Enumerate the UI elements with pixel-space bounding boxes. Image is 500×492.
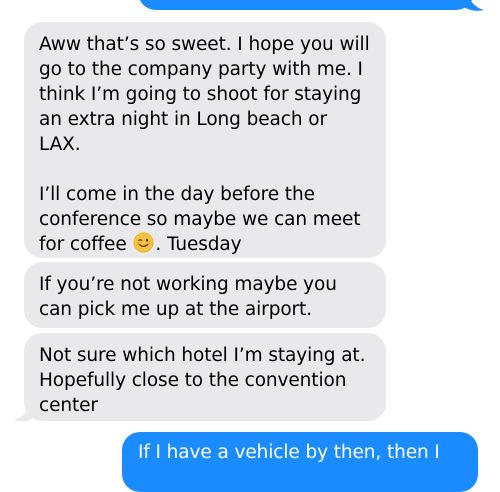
outgoing-message-bubble[interactable]: If I have a vehicle by then, then I (122, 432, 478, 492)
message-text: If you’re not working maybe you can pick… (39, 274, 343, 320)
message-text: Not sure which hotel I’m staying at. Hop… (39, 345, 372, 416)
incoming-message-bubble[interactable]: Aww that’s so sweet. I hope you will go … (24, 22, 386, 258)
message-text: If I have a vehicle by then, then I (138, 442, 440, 463)
message-thread: Aww that’s so sweet. I hope you will go … (0, 0, 500, 492)
winking-face-icon (133, 232, 154, 253)
incoming-message-bubble[interactable]: Not sure which hotel I’m staying at. Hop… (24, 333, 386, 421)
outgoing-bubble-tail (462, 0, 484, 11)
message-text: Aww that’s so sweet. I hope you will go … (39, 34, 370, 255)
outgoing-message-bubble[interactable] (138, 0, 474, 10)
incoming-message-bubble[interactable]: If you’re not working maybe you can pick… (24, 262, 386, 328)
message-text-suffix: . Tuesday (155, 234, 242, 255)
incoming-bubble-tail (14, 403, 37, 422)
